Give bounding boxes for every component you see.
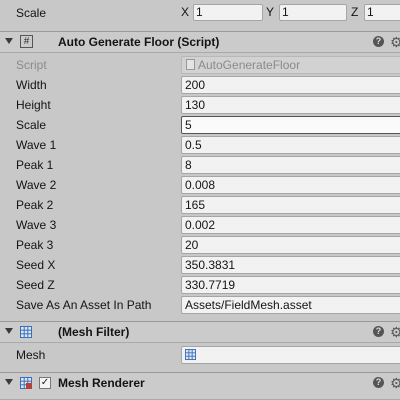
wave-2-field[interactable]: 0.008 (181, 176, 400, 194)
wave-1-field[interactable]: 0.5 (181, 136, 400, 154)
height-label: Height (16, 98, 51, 112)
mesh-asset-icon (185, 349, 196, 360)
help-icon[interactable]: ? (373, 377, 384, 388)
help-icon[interactable]: ? (373, 326, 384, 337)
gear-icon[interactable]: ⚙ (390, 324, 400, 340)
auto-generate-floor-title: Auto Generate Floor (Script) (58, 35, 220, 49)
peak-3-field[interactable]: 20 (181, 236, 400, 254)
width-field[interactable]: 200 (181, 76, 400, 94)
mesh-renderer-enabled-checkbox[interactable]: ✓ (39, 377, 51, 389)
peak-3-label: Peak 3 (16, 238, 54, 252)
peak-2-label: Peak 2 (16, 198, 54, 212)
mesh-filter-header[interactable]: (Mesh Filter) ? ⚙ (0, 321, 400, 343)
mesh-field[interactable] (181, 346, 400, 364)
scale-y-field[interactable]: 1 (279, 4, 347, 21)
wave-2-label: Wave 2 (16, 178, 57, 192)
seed-z-field[interactable]: 330.7719 (181, 276, 400, 294)
scale-field[interactable]: 5 (181, 116, 400, 134)
peak-2-field[interactable]: 165 (181, 196, 400, 214)
scale-x-field[interactable]: 1 (193, 4, 263, 21)
mesh-filter-title: (Mesh Filter) (58, 325, 130, 339)
mesh-renderer-header[interactable]: ✓ Mesh Renderer ? ⚙ (0, 372, 400, 400)
mesh-label: Mesh (16, 348, 46, 362)
fold-chevron-down-icon[interactable] (5, 379, 13, 385)
script-file-icon (186, 59, 195, 70)
mesh-filter-icon (20, 326, 32, 338)
mesh-renderer-icon (20, 377, 32, 389)
scale-z-field[interactable]: 1 (364, 4, 400, 21)
seed-x-field[interactable]: 350.3831 (181, 256, 400, 274)
help-icon[interactable]: ? (373, 36, 384, 47)
seed-x-label: Seed X (16, 258, 56, 272)
script-field: AutoGenerateFloor (181, 56, 400, 74)
fold-chevron-down-icon[interactable] (5, 328, 13, 334)
height-field[interactable]: 130 (181, 96, 400, 114)
script-field-value: AutoGenerateFloor (198, 58, 301, 72)
scale-label: Scale (16, 6, 47, 20)
wave-3-field[interactable]: 0.002 (181, 216, 400, 234)
script-label: Script (16, 58, 47, 72)
seed-z-label: Seed Z (16, 278, 55, 292)
gear-icon[interactable]: ⚙ (390, 375, 400, 391)
peak-1-label: Peak 1 (16, 158, 54, 172)
gear-icon[interactable]: ⚙ (390, 34, 400, 50)
wave-1-label: Wave 1 (16, 138, 57, 152)
wave-3-label: Wave 3 (16, 218, 57, 232)
scale-y-label: Y (266, 5, 275, 19)
scale-x-label: X (181, 5, 190, 19)
script-icon: # (20, 35, 33, 48)
peak-1-field[interactable]: 8 (181, 156, 400, 174)
save-path-label: Save As An Asset In Path (16, 298, 152, 312)
auto-generate-floor-header[interactable]: # Auto Generate Floor (Script) ? ⚙ (0, 31, 400, 53)
save-path-field[interactable]: Assets/FieldMesh.asset (181, 296, 400, 314)
scale-field-label: Scale (16, 118, 47, 132)
mesh-renderer-title: Mesh Renderer (58, 376, 145, 390)
width-label: Width (16, 78, 47, 92)
scale-z-label: Z (351, 5, 359, 19)
fold-chevron-down-icon[interactable] (5, 38, 13, 44)
